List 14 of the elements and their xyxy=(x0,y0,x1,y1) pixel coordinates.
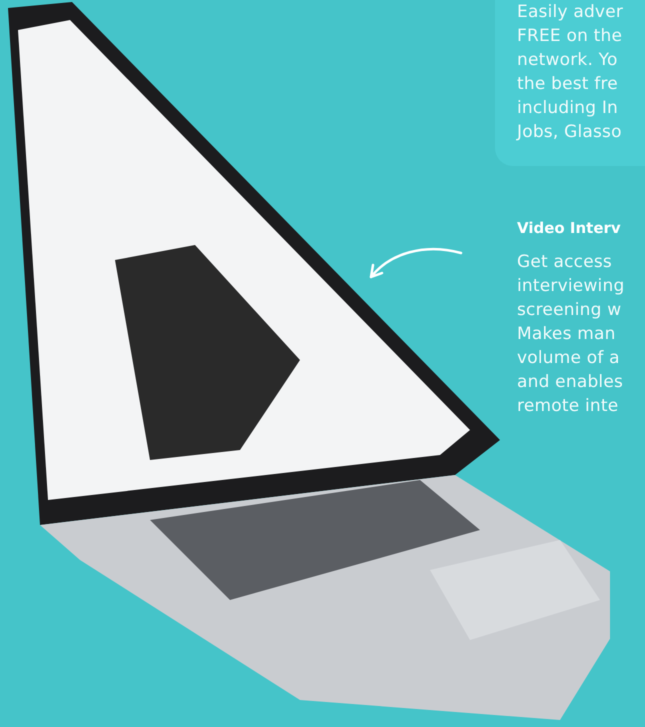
description-line: network. Yo xyxy=(517,49,619,72)
description-line: volume of a xyxy=(517,347,621,370)
description-line: and enables xyxy=(517,371,624,394)
description-line: including In xyxy=(517,97,620,120)
description-line: Get access xyxy=(517,251,613,274)
description-line: Makes man xyxy=(517,323,617,346)
description-line: Easily adver xyxy=(517,1,624,24)
description-line: interviewing xyxy=(517,275,626,298)
description-line: FREE on the xyxy=(517,25,624,48)
description-line: remote inte xyxy=(517,395,620,418)
description-line: Jobs, Glasso xyxy=(517,121,623,144)
description-line: screening w xyxy=(517,299,622,322)
feature-heading: Video Interv xyxy=(517,218,622,238)
description-line: the best fre xyxy=(517,73,619,96)
